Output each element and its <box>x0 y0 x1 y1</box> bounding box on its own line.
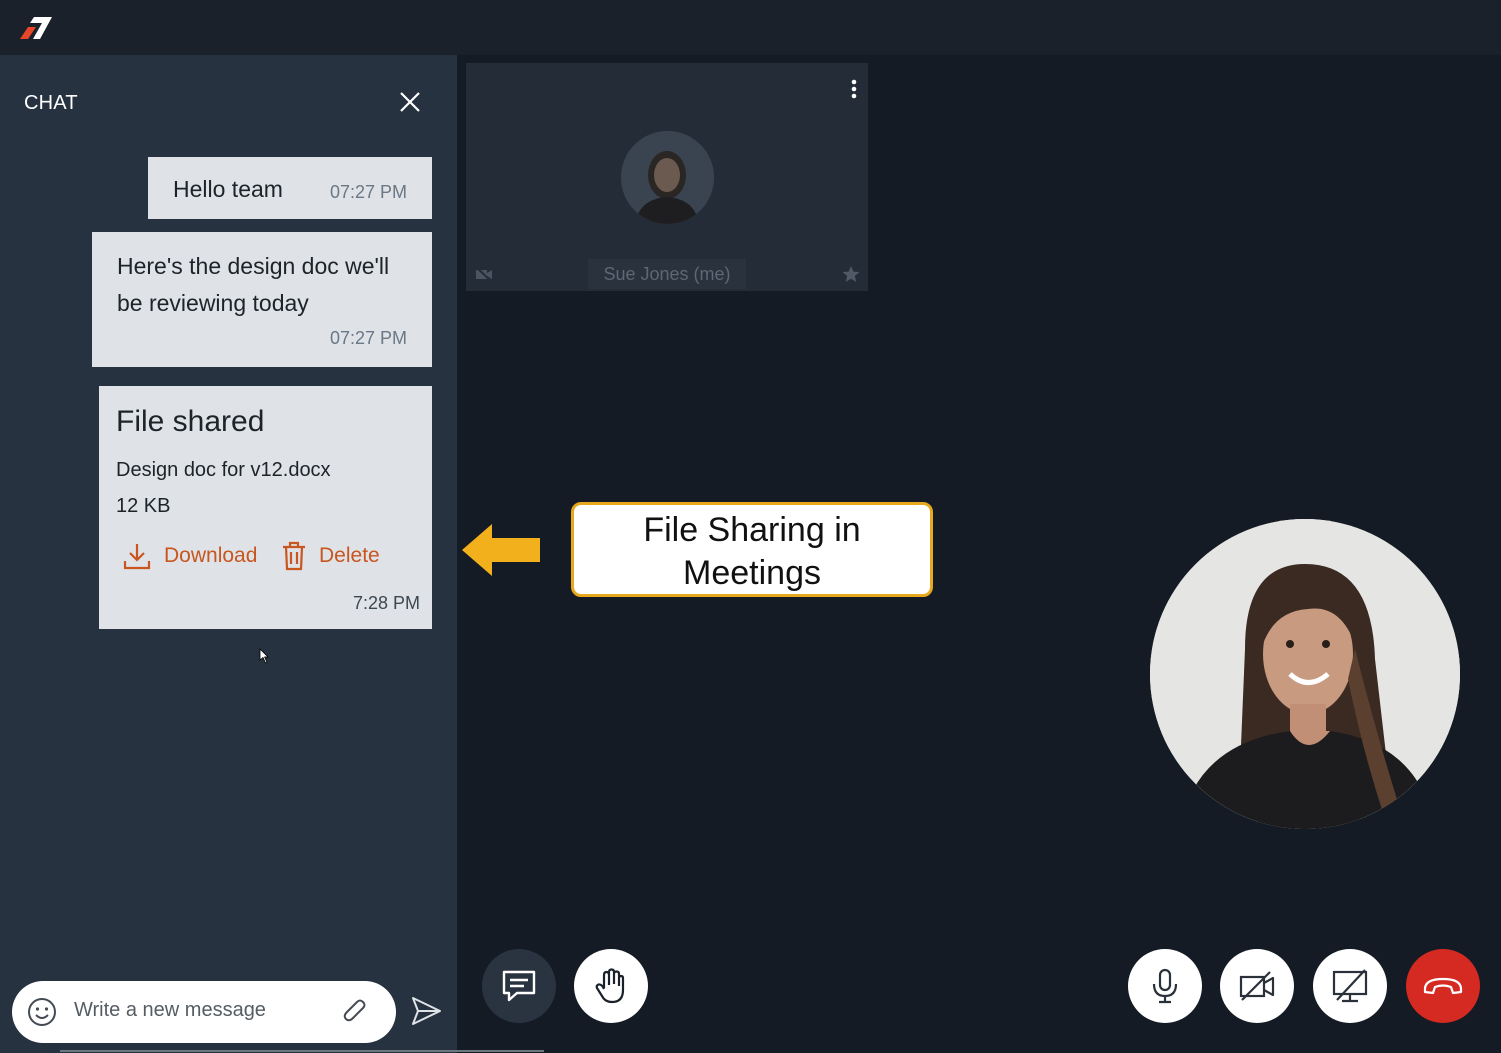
chat-icon <box>502 970 536 1002</box>
chat-message: Here's the design doc we'll be reviewing… <box>92 232 432 367</box>
screen-share-button[interactable] <box>1313 949 1387 1023</box>
download-label: Download <box>164 544 258 567</box>
self-video-image <box>1150 519 1460 829</box>
message-time: 07:27 PM <box>329 182 407 202</box>
mouse-cursor <box>259 648 269 664</box>
app-logo <box>20 17 52 39</box>
chat-toggle-button[interactable] <box>482 949 556 1023</box>
microphone-icon <box>1152 968 1178 1004</box>
delete-label: Delete <box>319 544 380 567</box>
file-shared-message: File shared Design doc for v12.docx 12 K… <box>99 386 432 629</box>
emoji-icon[interactable] <box>27 997 57 1027</box>
file-shared-heading: File shared <box>116 405 265 438</box>
chat-panel: CHAT Hello team 07:27 PM Here's the desi… <box>0 55 457 1053</box>
raise-hand-icon <box>595 968 625 1004</box>
star-icon[interactable] <box>842 265 860 283</box>
screen-share-off-icon <box>1332 969 1368 1003</box>
participant-avatar <box>621 131 714 224</box>
delete-button[interactable]: Delete <box>281 538 380 574</box>
video-off-icon <box>1239 971 1275 1001</box>
download-button[interactable]: Download <box>122 538 257 574</box>
file-size: 12 KB <box>116 495 171 517</box>
message-input[interactable] <box>74 995 334 1025</box>
file-name: Design doc for v12.docx <box>116 459 331 481</box>
self-video-preview <box>1150 519 1460 829</box>
message-time: 07:27 PM <box>329 328 407 348</box>
camera-toggle-button[interactable] <box>1220 949 1294 1023</box>
end-call-button[interactable] <box>1406 949 1480 1023</box>
microphone-button[interactable] <box>1128 949 1202 1023</box>
chat-title: CHAT <box>24 92 78 114</box>
more-vertical-icon[interactable] <box>849 78 859 100</box>
trash-icon <box>283 541 305 571</box>
callout-label: File Sharing in Meetings <box>571 502 933 597</box>
paperclip-icon[interactable] <box>340 997 370 1027</box>
message-composer <box>12 981 396 1043</box>
message-text: Hello team <box>173 176 283 202</box>
download-icon <box>123 544 151 570</box>
avatar-photo <box>621 131 714 224</box>
raise-hand-button[interactable] <box>574 949 648 1023</box>
camera-off-icon <box>475 266 493 283</box>
divider <box>60 1050 544 1052</box>
callout-arrow <box>462 524 540 576</box>
send-icon[interactable] <box>409 994 443 1028</box>
end-call-icon <box>1423 977 1463 995</box>
chat-message: Hello team 07:27 PM <box>148 157 432 219</box>
top-bar <box>0 0 1501 55</box>
message-time: 7:28 PM <box>352 593 420 613</box>
close-icon[interactable] <box>396 88 424 116</box>
message-text: Here's the design doc we'll be reviewing… <box>117 253 390 316</box>
participant-name: Sue Jones (me) <box>588 259 746 289</box>
